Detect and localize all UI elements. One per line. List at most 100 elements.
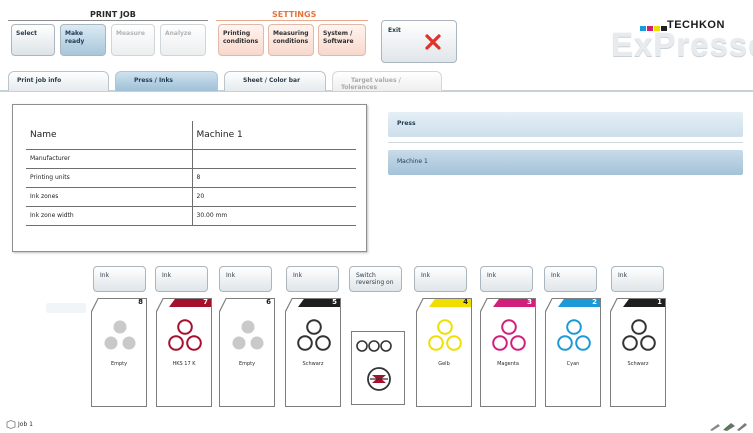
ink-rollers-icon bbox=[428, 319, 462, 351]
machine-table: Name Machine 1 Manufacturer Printing uni… bbox=[26, 121, 356, 226]
ink-button[interactable]: Ink bbox=[219, 266, 272, 292]
press-divider bbox=[388, 142, 743, 143]
printing-unit-body: 3 Magenta bbox=[481, 299, 535, 406]
unit-ink-label: Schwarz bbox=[302, 361, 324, 367]
unit-ink-label: Empty bbox=[238, 361, 256, 367]
ink-button-label: Ink bbox=[100, 272, 110, 279]
printing-unit-body: 4 Gelb bbox=[417, 299, 471, 406]
measure-button[interactable]: Measure bbox=[111, 24, 155, 56]
printing-unit-card[interactable]: 7 HKS 17 K bbox=[156, 298, 212, 407]
tab-press-inks[interactable]: Press / Inks bbox=[115, 71, 218, 91]
row-label: Ink zone width bbox=[26, 206, 193, 226]
unit-ink-label: Empty bbox=[110, 361, 128, 367]
print-job-title: PRINT JOB bbox=[90, 10, 136, 19]
logo-product: ExPresso bbox=[611, 26, 753, 63]
exit-button[interactable]: Exit bbox=[381, 20, 457, 63]
measuring-device-icon bbox=[710, 423, 747, 431]
reversing-icon bbox=[356, 340, 392, 391]
ink-rollers-icon bbox=[557, 319, 591, 351]
printing-unit-card[interactable]: 4 Gelb bbox=[416, 298, 472, 407]
printing-unit-card[interactable]: 2 Cyan bbox=[545, 298, 601, 407]
printing-conditions-button[interactable]: Printing conditions bbox=[218, 24, 264, 56]
switch-reversing-button[interactable]: Switch reversing on bbox=[349, 266, 402, 292]
ink-rollers-icon bbox=[104, 320, 136, 350]
manufacturer-field[interactable] bbox=[192, 149, 356, 169]
ink-rollers-icon bbox=[168, 319, 202, 351]
ink-button[interactable]: Ink bbox=[93, 266, 146, 292]
settings-title: SETTINGS bbox=[272, 10, 317, 19]
analyze-button[interactable]: Analyze bbox=[160, 24, 206, 56]
row-label: Printing units bbox=[26, 168, 193, 188]
table-row: Manufacturer bbox=[26, 149, 356, 169]
ink-rollers-icon bbox=[232, 320, 264, 350]
make-ready-button[interactable]: Make ready bbox=[60, 24, 106, 56]
ink-button[interactable]: Ink bbox=[611, 266, 664, 292]
printing-unit-body: 6 Empty bbox=[220, 299, 274, 406]
ink-rollers-icon bbox=[492, 319, 526, 351]
ink-button-sublabel: reversing on bbox=[356, 279, 394, 286]
unit-ink-label: Gelb bbox=[438, 361, 450, 367]
system-software-button[interactable]: System / Software bbox=[318, 24, 366, 56]
ink-button-label: Ink bbox=[421, 272, 431, 279]
tools-icons[interactable] bbox=[708, 417, 748, 433]
printing-unit-card[interactable]: 3 Magenta bbox=[480, 298, 536, 407]
ghost-label bbox=[46, 303, 86, 313]
job-icon bbox=[6, 420, 16, 429]
unit-ink-label: HKS 17 K bbox=[172, 361, 196, 367]
printing-unit-body: 8 Empty bbox=[92, 299, 146, 406]
tab-print-job-info[interactable]: Print job info bbox=[8, 71, 109, 91]
table-header-row: Name Machine 1 bbox=[26, 121, 356, 150]
table-row: Ink zones 20 bbox=[26, 187, 356, 207]
print-job-divider bbox=[8, 20, 208, 21]
ink-zone-width-field[interactable]: 30.00 mm bbox=[192, 206, 356, 226]
ink-button-label: Ink bbox=[162, 272, 172, 279]
ink-button-label: Switch bbox=[356, 272, 376, 279]
press-list-item-selected[interactable]: Machine 1 bbox=[388, 150, 743, 175]
ink-button[interactable]: Ink bbox=[155, 266, 208, 292]
close-icon bbox=[425, 34, 441, 50]
ink-button[interactable]: Ink bbox=[544, 266, 597, 292]
press-header: Press bbox=[388, 112, 743, 137]
unit-number: 4 bbox=[463, 298, 468, 306]
printing-unit-body: 1 Schwarz bbox=[611, 299, 665, 406]
tab-sheet-color-bar[interactable]: Sheet / Color bar bbox=[224, 71, 326, 91]
ink-rollers-icon bbox=[622, 319, 656, 351]
machine-info-panel: Name Machine 1 Manufacturer Printing uni… bbox=[12, 104, 367, 252]
unit-number: 1 bbox=[657, 298, 662, 306]
job-label: Job 1 bbox=[18, 421, 33, 428]
printing-unit-body: 5 Schwarz bbox=[286, 299, 340, 406]
printing-unit-card[interactable]: 1 Schwarz bbox=[610, 298, 666, 407]
ink-button-label: Ink bbox=[293, 272, 303, 279]
switch-reversing-unit[interactable] bbox=[351, 331, 405, 405]
row-label: Manufacturer bbox=[26, 149, 193, 169]
ink-zones-field[interactable]: 20 bbox=[192, 187, 356, 207]
ink-button[interactable]: Ink bbox=[286, 266, 339, 292]
printing-unit-card[interactable]: 5 Schwarz bbox=[285, 298, 341, 407]
unit-ink-label: Magenta bbox=[497, 361, 519, 367]
table-row: Ink zone width 30.00 mm bbox=[26, 206, 356, 226]
ink-button[interactable]: Ink bbox=[480, 266, 533, 292]
settings-divider bbox=[216, 20, 368, 21]
printing-unit-card[interactable]: 6 Empty bbox=[219, 298, 275, 407]
printing-unit-body: 2 Cyan bbox=[546, 299, 600, 406]
unit-number: 7 bbox=[203, 298, 208, 306]
printing-unit-card[interactable]: 8 Empty bbox=[91, 298, 147, 407]
unit-number: 5 bbox=[332, 298, 337, 306]
table-row: Printing units 8 bbox=[26, 168, 356, 188]
row-label: Ink zones bbox=[26, 187, 193, 207]
unit-number: 6 bbox=[266, 298, 271, 306]
ink-rollers-icon bbox=[297, 319, 331, 351]
ink-button-label: Ink bbox=[618, 272, 628, 279]
exit-label: Exit bbox=[388, 27, 401, 34]
select-button[interactable]: Select bbox=[11, 24, 55, 56]
measuring-conditions-button[interactable]: Measuring conditions bbox=[268, 24, 314, 56]
unit-ink-label: Cyan bbox=[566, 361, 580, 367]
ink-button-label: Ink bbox=[226, 272, 236, 279]
machine-name-value[interactable]: Machine 1 bbox=[192, 121, 356, 150]
printing-units-field[interactable]: 8 bbox=[192, 168, 356, 188]
ink-button[interactable]: Ink bbox=[414, 266, 467, 292]
unit-number: 8 bbox=[138, 298, 143, 306]
printing-unit-body: 7 HKS 17 K bbox=[157, 299, 211, 406]
unit-ink-label: Schwarz bbox=[627, 361, 649, 367]
tab-target-values[interactable]: Target values / Tolerances bbox=[332, 71, 442, 91]
